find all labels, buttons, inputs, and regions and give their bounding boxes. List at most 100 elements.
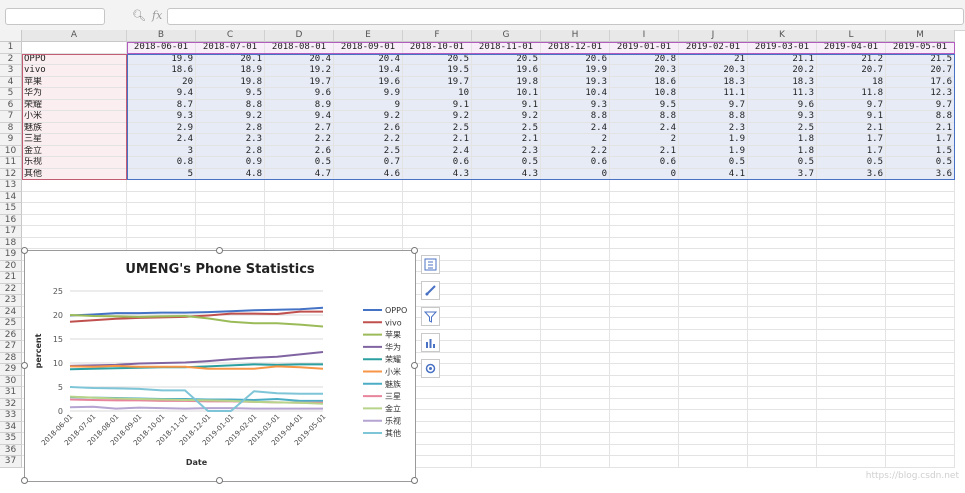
cell[interactable] xyxy=(127,226,196,238)
cell[interactable] xyxy=(22,203,127,215)
cell[interactable] xyxy=(541,249,610,261)
cell[interactable] xyxy=(748,421,817,433)
cell[interactable]: 9.5 xyxy=(196,88,265,100)
cell[interactable] xyxy=(817,283,886,295)
cell[interactable] xyxy=(748,260,817,272)
cell[interactable]: 荣耀 xyxy=(22,99,127,111)
cell[interactable] xyxy=(472,226,541,238)
cell[interactable] xyxy=(679,283,748,295)
cell[interactable] xyxy=(679,249,748,261)
cell[interactable] xyxy=(541,295,610,307)
resize-handle[interactable] xyxy=(21,477,28,484)
cell[interactable]: 20.4 xyxy=(334,53,403,65)
cell[interactable]: 8.7 xyxy=(127,99,196,111)
cell[interactable] xyxy=(748,306,817,318)
cell[interactable]: 9.3 xyxy=(127,111,196,123)
row-header[interactable]: 7 xyxy=(0,111,22,123)
cell[interactable]: 19.7 xyxy=(265,76,334,88)
cell[interactable] xyxy=(403,191,472,203)
cell[interactable] xyxy=(679,226,748,238)
cell[interactable] xyxy=(541,410,610,422)
cell[interactable] xyxy=(817,306,886,318)
cell[interactable] xyxy=(541,329,610,341)
cell[interactable] xyxy=(541,387,610,399)
cell[interactable] xyxy=(610,387,679,399)
cell[interactable] xyxy=(748,214,817,226)
cell[interactable]: 12.3 xyxy=(886,88,955,100)
cell[interactable]: 2.9 xyxy=(127,122,196,134)
resize-handle[interactable] xyxy=(216,247,223,254)
cell[interactable] xyxy=(472,191,541,203)
cell[interactable]: 2019-05-01 xyxy=(886,42,955,54)
cell[interactable]: 2.4 xyxy=(403,145,472,157)
cell[interactable]: 18.6 xyxy=(127,65,196,77)
cell[interactable] xyxy=(817,433,886,445)
cell[interactable] xyxy=(472,237,541,249)
cell[interactable] xyxy=(886,283,955,295)
cell[interactable]: 2.5 xyxy=(748,122,817,134)
row-header[interactable]: 23 xyxy=(0,295,22,307)
cell[interactable]: 20 xyxy=(127,76,196,88)
cell[interactable]: 2.3 xyxy=(472,145,541,157)
chart-styles-button[interactable] xyxy=(421,281,440,300)
row-header[interactable]: 4 xyxy=(0,76,22,88)
cell[interactable] xyxy=(679,444,748,456)
cell[interactable] xyxy=(817,214,886,226)
cell[interactable]: 8.8 xyxy=(541,111,610,123)
cell[interactable]: 10.4 xyxy=(541,88,610,100)
cell[interactable] xyxy=(541,456,610,468)
cell[interactable] xyxy=(679,191,748,203)
cell[interactable]: 19.8 xyxy=(472,76,541,88)
cell[interactable]: 19.6 xyxy=(472,65,541,77)
cell[interactable] xyxy=(610,375,679,387)
cell[interactable] xyxy=(610,260,679,272)
cell[interactable] xyxy=(472,272,541,284)
cell[interactable]: 2.6 xyxy=(334,122,403,134)
cell[interactable] xyxy=(748,341,817,353)
cell[interactable] xyxy=(679,433,748,445)
cell[interactable] xyxy=(610,421,679,433)
cell[interactable] xyxy=(472,375,541,387)
cell[interactable]: 2019-02-01 xyxy=(679,42,748,54)
cell[interactable]: 19.7 xyxy=(403,76,472,88)
cell[interactable]: 4.1 xyxy=(679,168,748,180)
cell[interactable] xyxy=(817,203,886,215)
cell[interactable]: 其他 xyxy=(22,168,127,180)
row-header[interactable]: 32 xyxy=(0,398,22,410)
cell[interactable]: 20.7 xyxy=(886,65,955,77)
cell[interactable]: 20.8 xyxy=(610,53,679,65)
cell[interactable] xyxy=(196,237,265,249)
cell[interactable]: 4.7 xyxy=(265,168,334,180)
cell[interactable] xyxy=(679,375,748,387)
formula-input[interactable] xyxy=(167,8,964,25)
cell[interactable]: 0.5 xyxy=(748,157,817,169)
cell[interactable] xyxy=(817,341,886,353)
cell[interactable] xyxy=(541,433,610,445)
cell[interactable] xyxy=(748,329,817,341)
cell[interactable] xyxy=(472,180,541,192)
cell[interactable]: 2 xyxy=(541,134,610,146)
cell[interactable] xyxy=(679,410,748,422)
cell[interactable]: 21.5 xyxy=(886,53,955,65)
cell[interactable] xyxy=(817,364,886,376)
cell[interactable]: 2019-03-01 xyxy=(748,42,817,54)
cell[interactable] xyxy=(610,306,679,318)
cell[interactable]: 20.5 xyxy=(403,53,472,65)
cell[interactable] xyxy=(679,203,748,215)
cell[interactable]: 20.5 xyxy=(472,53,541,65)
cell[interactable] xyxy=(748,283,817,295)
cell[interactable] xyxy=(679,364,748,376)
cell[interactable]: 9.6 xyxy=(748,99,817,111)
cell[interactable]: 2018-10-01 xyxy=(403,42,472,54)
cell[interactable]: 20.4 xyxy=(265,53,334,65)
cell[interactable] xyxy=(679,318,748,330)
resize-handle[interactable] xyxy=(21,247,28,254)
cell[interactable] xyxy=(817,444,886,456)
cell[interactable]: 20.1 xyxy=(196,53,265,65)
cell[interactable]: 三星 xyxy=(22,134,127,146)
cell[interactable]: 1.7 xyxy=(817,145,886,157)
row-header[interactable]: 13 xyxy=(0,180,22,192)
cell[interactable]: 19.8 xyxy=(196,76,265,88)
cell[interactable]: 0 xyxy=(610,168,679,180)
cell[interactable] xyxy=(886,318,955,330)
